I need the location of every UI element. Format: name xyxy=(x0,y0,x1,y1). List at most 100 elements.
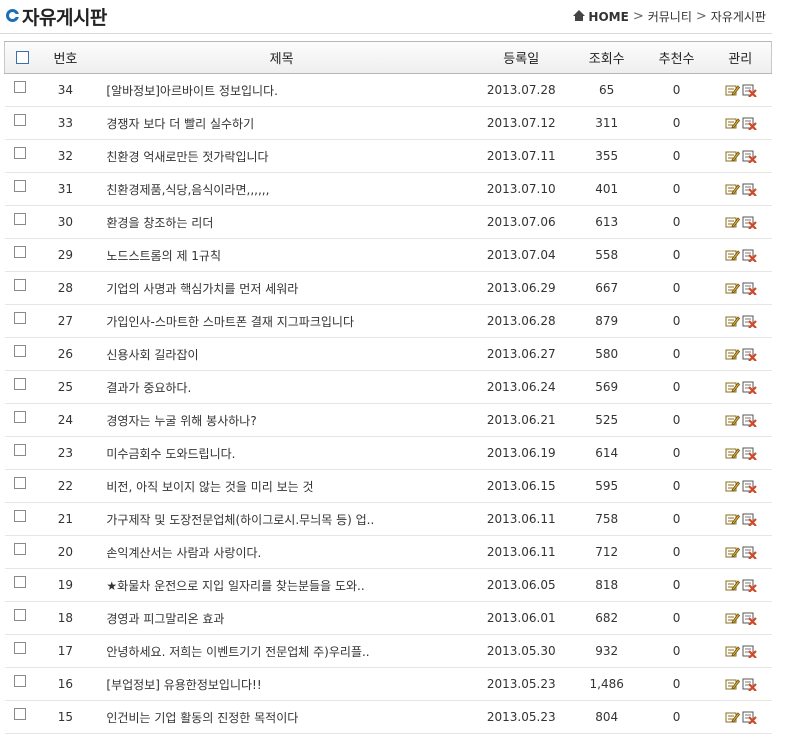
post-subject-link[interactable]: 환경을 창조하는 리더 xyxy=(106,216,213,230)
post-subject-link[interactable]: 신용사회 길라잡이 xyxy=(106,348,198,362)
edit-icon[interactable] xyxy=(725,314,740,328)
post-subject-link[interactable]: 결과가 중요하다. xyxy=(106,381,191,395)
post-subject-link[interactable]: [알바정보]아르바이트 정보입니다. xyxy=(106,84,278,98)
post-subject-cell: 안녕하세요. 저희는 이벤트기기 전문업체 주)우리플.. xyxy=(90,635,472,668)
post-subject-link[interactable]: 가구제작 및 도장전문업체(하이그로시.무늬목 등) 업.. xyxy=(106,513,374,527)
edit-icon[interactable] xyxy=(725,347,740,361)
delete-icon[interactable] xyxy=(742,644,757,660)
edit-icon[interactable] xyxy=(725,413,740,427)
edit-icon[interactable] xyxy=(725,215,740,229)
row-checkbox-cell xyxy=(5,569,41,602)
edit-icon[interactable] xyxy=(725,380,740,394)
delete-icon[interactable] xyxy=(742,314,757,330)
breadcrumb-home[interactable]: HOME xyxy=(588,10,628,24)
delete-icon[interactable] xyxy=(742,281,757,297)
row-checkbox[interactable] xyxy=(14,146,27,159)
row-checkbox[interactable] xyxy=(14,212,27,225)
edit-icon[interactable] xyxy=(725,83,740,97)
delete-icon[interactable] xyxy=(742,149,757,165)
post-subject-link[interactable]: 가입인사-스마트한 스마트폰 결재 지그파크입니다 xyxy=(106,315,354,329)
delete-icon[interactable] xyxy=(742,446,757,462)
row-checkbox[interactable] xyxy=(14,641,27,654)
edit-icon[interactable] xyxy=(725,644,740,658)
edit-icon[interactable] xyxy=(725,545,740,559)
delete-icon[interactable] xyxy=(742,380,757,396)
delete-icon[interactable] xyxy=(742,512,757,528)
row-checkbox[interactable] xyxy=(14,509,27,522)
post-recommend: 0 xyxy=(672,677,681,691)
edit-icon[interactable] xyxy=(725,611,740,625)
post-recommend: 0 xyxy=(672,611,681,625)
delete-icon[interactable] xyxy=(742,116,757,132)
row-checkbox[interactable] xyxy=(14,278,27,291)
edit-icon[interactable] xyxy=(725,116,740,130)
table-body: 34 [알바정보]아르바이트 정보입니다. 2013.07.28 65 0 33 경쟁자 보… xyxy=(4,74,772,734)
delete-icon[interactable] xyxy=(742,611,757,627)
post-subject-link[interactable]: 경영과 피그말리온 효과 xyxy=(106,612,224,626)
post-subject-link[interactable]: 노드스트롬의 제 1규칙 xyxy=(106,249,221,263)
post-subject-link[interactable]: 인건비는 기업 활동의 진정한 목적이다 xyxy=(106,711,298,725)
edit-icon[interactable] xyxy=(725,248,740,262)
post-number: 27 xyxy=(57,314,74,328)
row-checkbox[interactable] xyxy=(14,410,27,423)
row-checkbox[interactable] xyxy=(14,476,27,489)
post-subject-link[interactable]: 미수금회수 도와드립니다. xyxy=(106,447,235,461)
post-subject-link[interactable]: 비전, 아직 보이지 않는 것을 미리 보는 것 xyxy=(106,480,313,494)
row-checkbox[interactable] xyxy=(14,377,27,390)
post-subject-link[interactable]: 안녕하세요. 저희는 이벤트기기 전문업체 주)우리플.. xyxy=(106,645,369,659)
post-recommend: 0 xyxy=(672,116,681,130)
edit-icon[interactable] xyxy=(725,182,740,196)
delete-icon[interactable] xyxy=(742,413,757,429)
breadcrumb-community[interactable]: 커뮤니티 xyxy=(648,8,692,25)
select-all-checkbox[interactable] xyxy=(16,51,30,64)
delete-icon[interactable] xyxy=(742,479,757,495)
edit-icon[interactable] xyxy=(725,149,740,163)
row-checkbox[interactable] xyxy=(14,179,27,192)
table-row: 31 친환경제품,식당,음식이라면,,,,,, 2013.07.10 401 0 xyxy=(4,173,772,206)
post-subject-link[interactable]: 경쟁자 보다 더 빨리 실수하기 xyxy=(106,117,254,131)
manage-cell xyxy=(710,404,772,437)
delete-icon[interactable] xyxy=(742,83,757,99)
post-subject-link[interactable]: 손익계산서는 사람과 사랑이다. xyxy=(106,546,261,560)
post-recommend: 0 xyxy=(672,545,681,559)
post-subject-link[interactable]: 경영자는 누굴 위해 봉사하나? xyxy=(106,414,256,428)
table-row: 23 미수금회수 도와드립니다. 2013.06.19 614 0 xyxy=(4,437,772,470)
delete-icon[interactable] xyxy=(742,578,757,594)
delete-icon[interactable] xyxy=(742,710,757,726)
row-checkbox[interactable] xyxy=(14,311,27,324)
delete-icon[interactable] xyxy=(742,182,757,198)
row-checkbox[interactable] xyxy=(14,707,27,720)
row-checkbox[interactable] xyxy=(14,80,27,93)
delete-icon[interactable] xyxy=(742,248,757,264)
post-subject-link[interactable]: 친환경제품,식당,음식이라면,,,,,, xyxy=(106,183,269,197)
row-checkbox[interactable] xyxy=(14,113,27,126)
row-checkbox[interactable] xyxy=(14,245,27,258)
edit-icon[interactable] xyxy=(725,578,740,592)
post-subject-link[interactable]: ★화물차 운전으로 지입 일자리를 찾는분들을 도와.. xyxy=(106,579,364,593)
row-checkbox[interactable] xyxy=(14,443,27,456)
edit-icon[interactable] xyxy=(725,512,740,526)
post-views: 614 xyxy=(595,446,619,460)
delete-icon[interactable] xyxy=(742,677,757,693)
edit-icon[interactable] xyxy=(725,710,740,724)
row-checkbox[interactable] xyxy=(14,344,27,357)
post-number: 29 xyxy=(57,248,74,262)
delete-icon[interactable] xyxy=(742,215,757,231)
edit-icon[interactable] xyxy=(725,677,740,691)
edit-icon[interactable] xyxy=(725,479,740,493)
post-subject-link[interactable]: 기업의 사명과 핵심가치를 먼저 세워라 xyxy=(106,282,298,296)
row-checkbox[interactable] xyxy=(14,608,27,621)
row-checkbox[interactable] xyxy=(14,542,27,555)
post-subject-cell: 경영과 피그말리온 효과 xyxy=(90,602,472,635)
row-checkbox[interactable] xyxy=(14,674,27,687)
edit-icon[interactable] xyxy=(725,446,740,460)
row-checkbox[interactable] xyxy=(14,575,27,588)
post-subject-link[interactable]: 친환경 억새로만든 젓가락입니다 xyxy=(106,150,268,164)
edit-icon[interactable] xyxy=(725,281,740,295)
post-subject-link[interactable]: [부업정보] 유용한정보입니다!! xyxy=(106,678,261,692)
post-date: 2013.07.28 xyxy=(486,83,556,97)
home-icon[interactable] xyxy=(573,10,586,21)
delete-icon[interactable] xyxy=(742,347,757,363)
delete-icon[interactable] xyxy=(742,545,757,561)
post-number: 18 xyxy=(57,611,74,625)
